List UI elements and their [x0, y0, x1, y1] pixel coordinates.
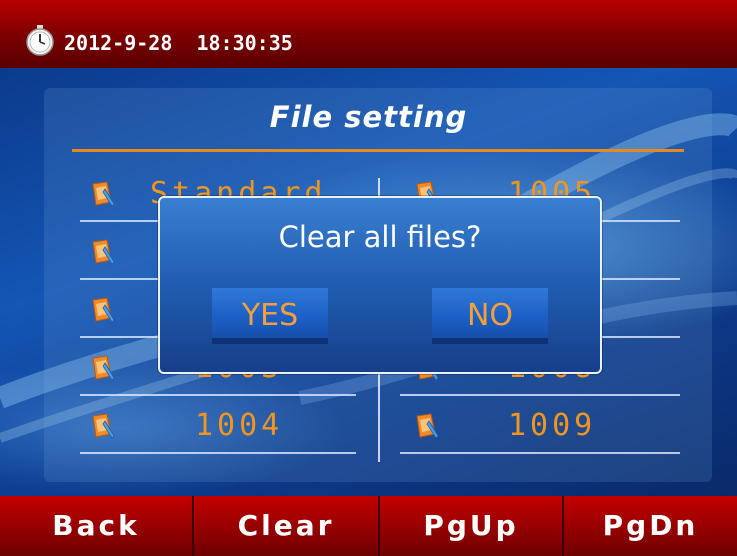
row-divider [80, 394, 356, 396]
page-title: File setting [269, 100, 468, 134]
row-divider [400, 394, 680, 396]
yes-button[interactable]: YES [212, 288, 328, 344]
bottom-toolbar: Back Clear PgUp PgDn [0, 496, 737, 556]
file-edit-icon [416, 413, 439, 439]
status-bar: 2012-9-28 18:30:35 [0, 0, 737, 68]
stopwatch-icon [26, 25, 54, 56]
dialog-message: Clear all files? [278, 220, 482, 254]
confirm-dialog: Clear all files? YES NO [158, 196, 602, 374]
file-label: 1004 [195, 408, 284, 443]
row-divider [80, 452, 356, 454]
file-edit-icon [92, 413, 115, 439]
title-divider [72, 149, 684, 152]
file-edit-icon [92, 181, 115, 207]
datetime-display: 2012-9-28 18:30:35 [64, 31, 293, 55]
file-edit-icon [92, 297, 115, 323]
page-up-button[interactable]: PgUp [380, 496, 562, 556]
no-button[interactable]: NO [432, 288, 548, 344]
file-edit-icon [92, 355, 115, 381]
back-button[interactable]: Back [0, 496, 192, 556]
file-edit-icon [92, 239, 115, 265]
file-label: 1009 [508, 408, 597, 443]
clear-button[interactable]: Clear [194, 496, 378, 556]
page-down-button[interactable]: PgDn [564, 496, 737, 556]
row-divider [400, 452, 680, 454]
